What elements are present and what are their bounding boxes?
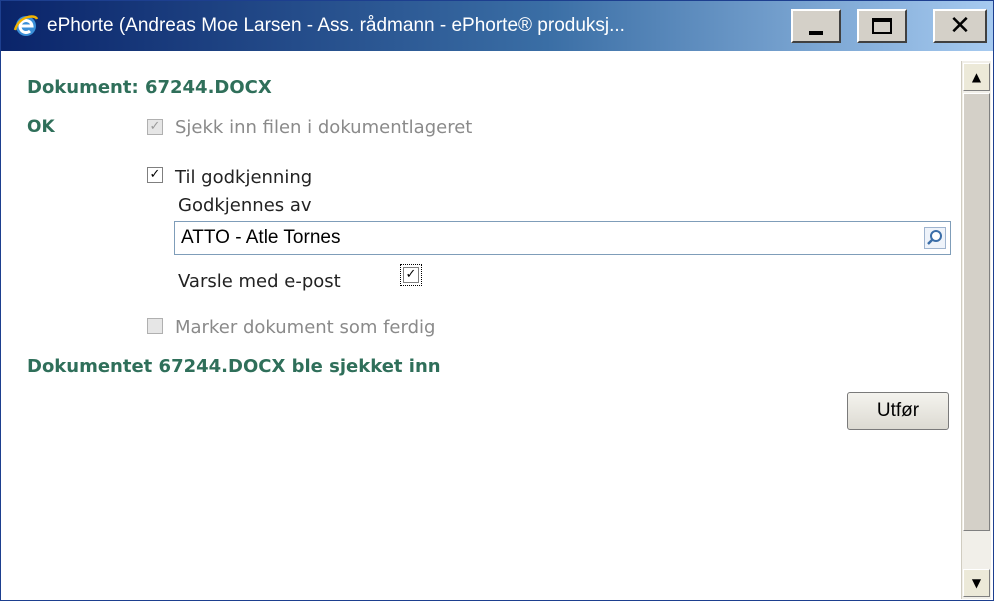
scroll-up-button[interactable]: ▲ [963, 63, 990, 91]
dialog-content: Dokument: 67244.DOCX OK ✓ Sjekk inn file… [1, 51, 961, 600]
minimize-icon [809, 31, 823, 35]
minimize-button[interactable] [791, 9, 841, 43]
approval-label: Til godkjenning [175, 167, 313, 188]
arrow-down-icon: ▼ [971, 576, 982, 590]
dialog-window: ePhorte (Andreas Moe Larsen - Ass. rådma… [0, 0, 994, 601]
ok-status-label: OK [27, 117, 55, 137]
approver-label: Godkjennes av [178, 195, 312, 216]
finish-checkbox [147, 318, 163, 334]
notify-label: Varsle med e-post [178, 271, 341, 292]
scroll-thumb[interactable] [963, 93, 990, 531]
finish-label: Marker dokument som ferdig [175, 317, 436, 338]
close-button[interactable]: ✕ [933, 9, 987, 43]
maximize-icon [872, 18, 892, 34]
approver-value: ATTO - Atle Tornes [181, 227, 341, 248]
maximize-button[interactable] [857, 9, 907, 43]
notify-email-checkbox[interactable]: ✓ [400, 264, 422, 286]
magnifier-icon[interactable] [924, 227, 946, 249]
window-title: ePhorte (Andreas Moe Larsen - Ass. rådma… [47, 15, 625, 36]
execute-button[interactable]: Utfør [847, 392, 949, 430]
approver-field[interactable]: ATTO - Atle Tornes [174, 221, 951, 255]
checkin-checkbox: ✓ [147, 119, 163, 135]
scroll-down-button[interactable]: ▼ [963, 569, 990, 597]
approval-checkbox[interactable]: ✓ [147, 167, 163, 183]
arrow-up-icon: ▲ [971, 70, 982, 84]
vertical-scrollbar[interactable]: ▲ ▼ [961, 61, 991, 599]
document-title: Dokument: 67244.DOCX [27, 77, 272, 98]
close-icon: ✕ [949, 11, 971, 41]
title-bar[interactable]: ePhorte (Andreas Moe Larsen - Ass. rådma… [1, 1, 993, 51]
ie-icon [13, 15, 39, 36]
status-message: Dokumentet 67244.DOCX ble sjekket inn [27, 356, 441, 377]
checkin-label: Sjekk inn filen i dokumentlageret [175, 117, 473, 138]
